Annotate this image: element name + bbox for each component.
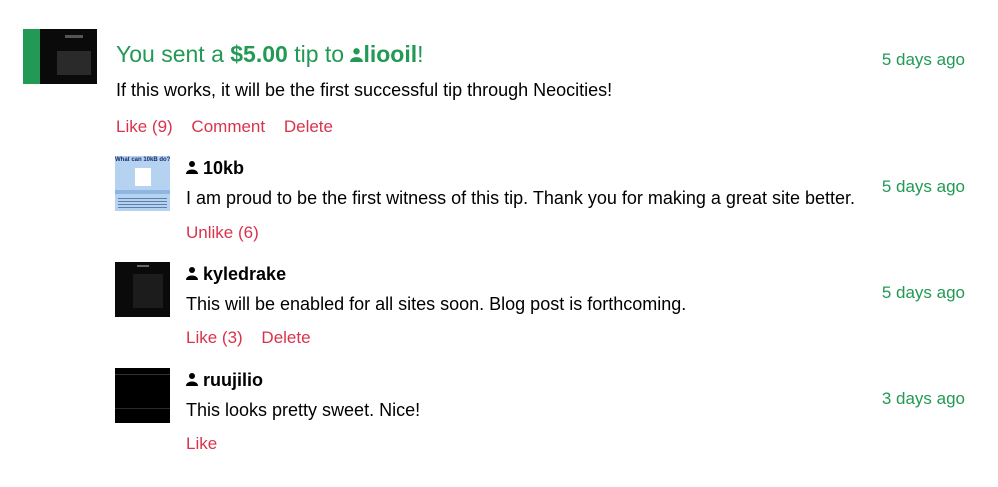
- comment-author-name: ruujilio: [203, 370, 264, 390]
- comment-text: This looks pretty sweet. Nice!: [186, 400, 421, 420]
- comment-button[interactable]: Comment: [191, 117, 265, 136]
- delete-button[interactable]: Delete: [261, 328, 310, 347]
- event-headline: You sent a $5.00 tip to liooil!: [116, 41, 424, 68]
- headline-suffix: !: [417, 41, 424, 67]
- thumbnail-accent-bar: [23, 29, 40, 84]
- person-icon: [186, 373, 198, 386]
- like-button[interactable]: Like (3): [186, 328, 243, 347]
- commenter-avatar-ruujilio[interactable]: [115, 368, 170, 423]
- tip-amount: $5.00: [230, 41, 288, 67]
- recipient-link[interactable]: liooil: [350, 41, 417, 67]
- thumbnail-content-header: [65, 35, 83, 38]
- thumbnail-band: [115, 190, 170, 194]
- delete-button[interactable]: Delete: [284, 117, 333, 136]
- thumbnail-content: [57, 51, 91, 75]
- thumbnail-image: [135, 168, 151, 186]
- event-actions: Like (9) Comment Delete: [116, 117, 347, 137]
- comment-author[interactable]: 10kb: [186, 158, 244, 179]
- commenter-avatar-10kb[interactable]: What can 10kB do?: [115, 156, 170, 211]
- headline-prefix: You sent a: [116, 41, 224, 67]
- like-button[interactable]: Like: [186, 434, 217, 453]
- comment-timestamp[interactable]: 5 days ago: [882, 283, 965, 303]
- person-icon: [186, 161, 198, 174]
- comment-text: This will be enabled for all sites soon.…: [186, 294, 687, 314]
- comment-text: I am proud to be the first witness of th…: [186, 188, 856, 208]
- thumbnail-content: [133, 274, 163, 308]
- comment-actions: Like (3) Delete: [186, 328, 325, 348]
- like-button[interactable]: Like (9): [116, 117, 173, 136]
- event-message: If this works, it will be the first succ…: [116, 80, 613, 100]
- thumbnail-lines: [118, 198, 167, 208]
- comment-timestamp[interactable]: 5 days ago: [882, 177, 965, 197]
- comment-author[interactable]: ruujilio: [186, 370, 263, 391]
- thumbnail-line: [115, 374, 170, 375]
- person-icon: [350, 48, 364, 62]
- commenter-avatar-kyledrake[interactable]: [115, 262, 170, 317]
- comment-timestamp[interactable]: 3 days ago: [882, 389, 965, 409]
- recipient-name: liooil: [363, 41, 418, 67]
- site-thumbnail-sender[interactable]: [23, 29, 97, 84]
- event-timestamp[interactable]: 5 days ago: [882, 50, 965, 70]
- comment-actions: Like: [186, 434, 231, 454]
- comment-author-name: 10kb: [203, 158, 245, 178]
- person-icon: [186, 267, 198, 280]
- comment-actions: Unlike (6): [186, 223, 273, 243]
- comment-author-name: kyledrake: [203, 264, 287, 284]
- comment-author[interactable]: kyledrake: [186, 264, 286, 285]
- unlike-button[interactable]: Unlike (6): [186, 223, 259, 242]
- thumbnail-line: [115, 408, 170, 409]
- thumbnail-header: [137, 265, 149, 267]
- headline-mid: tip to: [294, 41, 345, 67]
- thumbnail-title: What can 10kB do?: [115, 157, 170, 163]
